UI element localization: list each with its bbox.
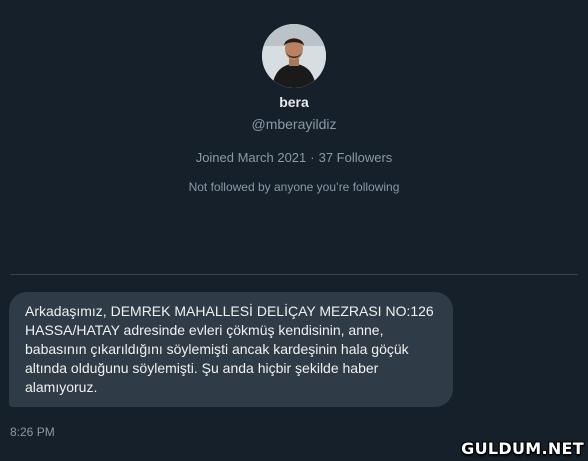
message-timestamp: 8:26 PM [10,425,55,439]
message-text: Arkadaşımız, DEMREK MAHALLESİ DELİÇAY ME… [25,303,434,395]
joined-date: Joined March 2021 [195,150,307,165]
profile-meta: Joined March 2021 · 37 Followers [196,150,393,166]
profile-header[interactable]: bera @mberayildiz Joined March 2021 · 37… [0,24,588,195]
avatar-photo [262,24,326,88]
user-handle: @mberayildiz [251,116,337,132]
display-name[interactable]: bera [279,93,309,111]
watermark: GULDUM.NET [461,439,584,458]
followers-count[interactable]: 37 Followers [319,150,393,166]
follow-relation-text: Not followed by anyone you’re following [188,180,400,194]
message-bubble[interactable]: Arkadaşımız, DEMREK MAHALLESİ DELİÇAY ME… [9,292,453,407]
dm-conversation: bera @mberayildiz Joined March 2021 · 37… [0,0,588,461]
divider [10,274,578,275]
avatar[interactable] [262,24,326,88]
meta-separator: · [310,150,315,165]
